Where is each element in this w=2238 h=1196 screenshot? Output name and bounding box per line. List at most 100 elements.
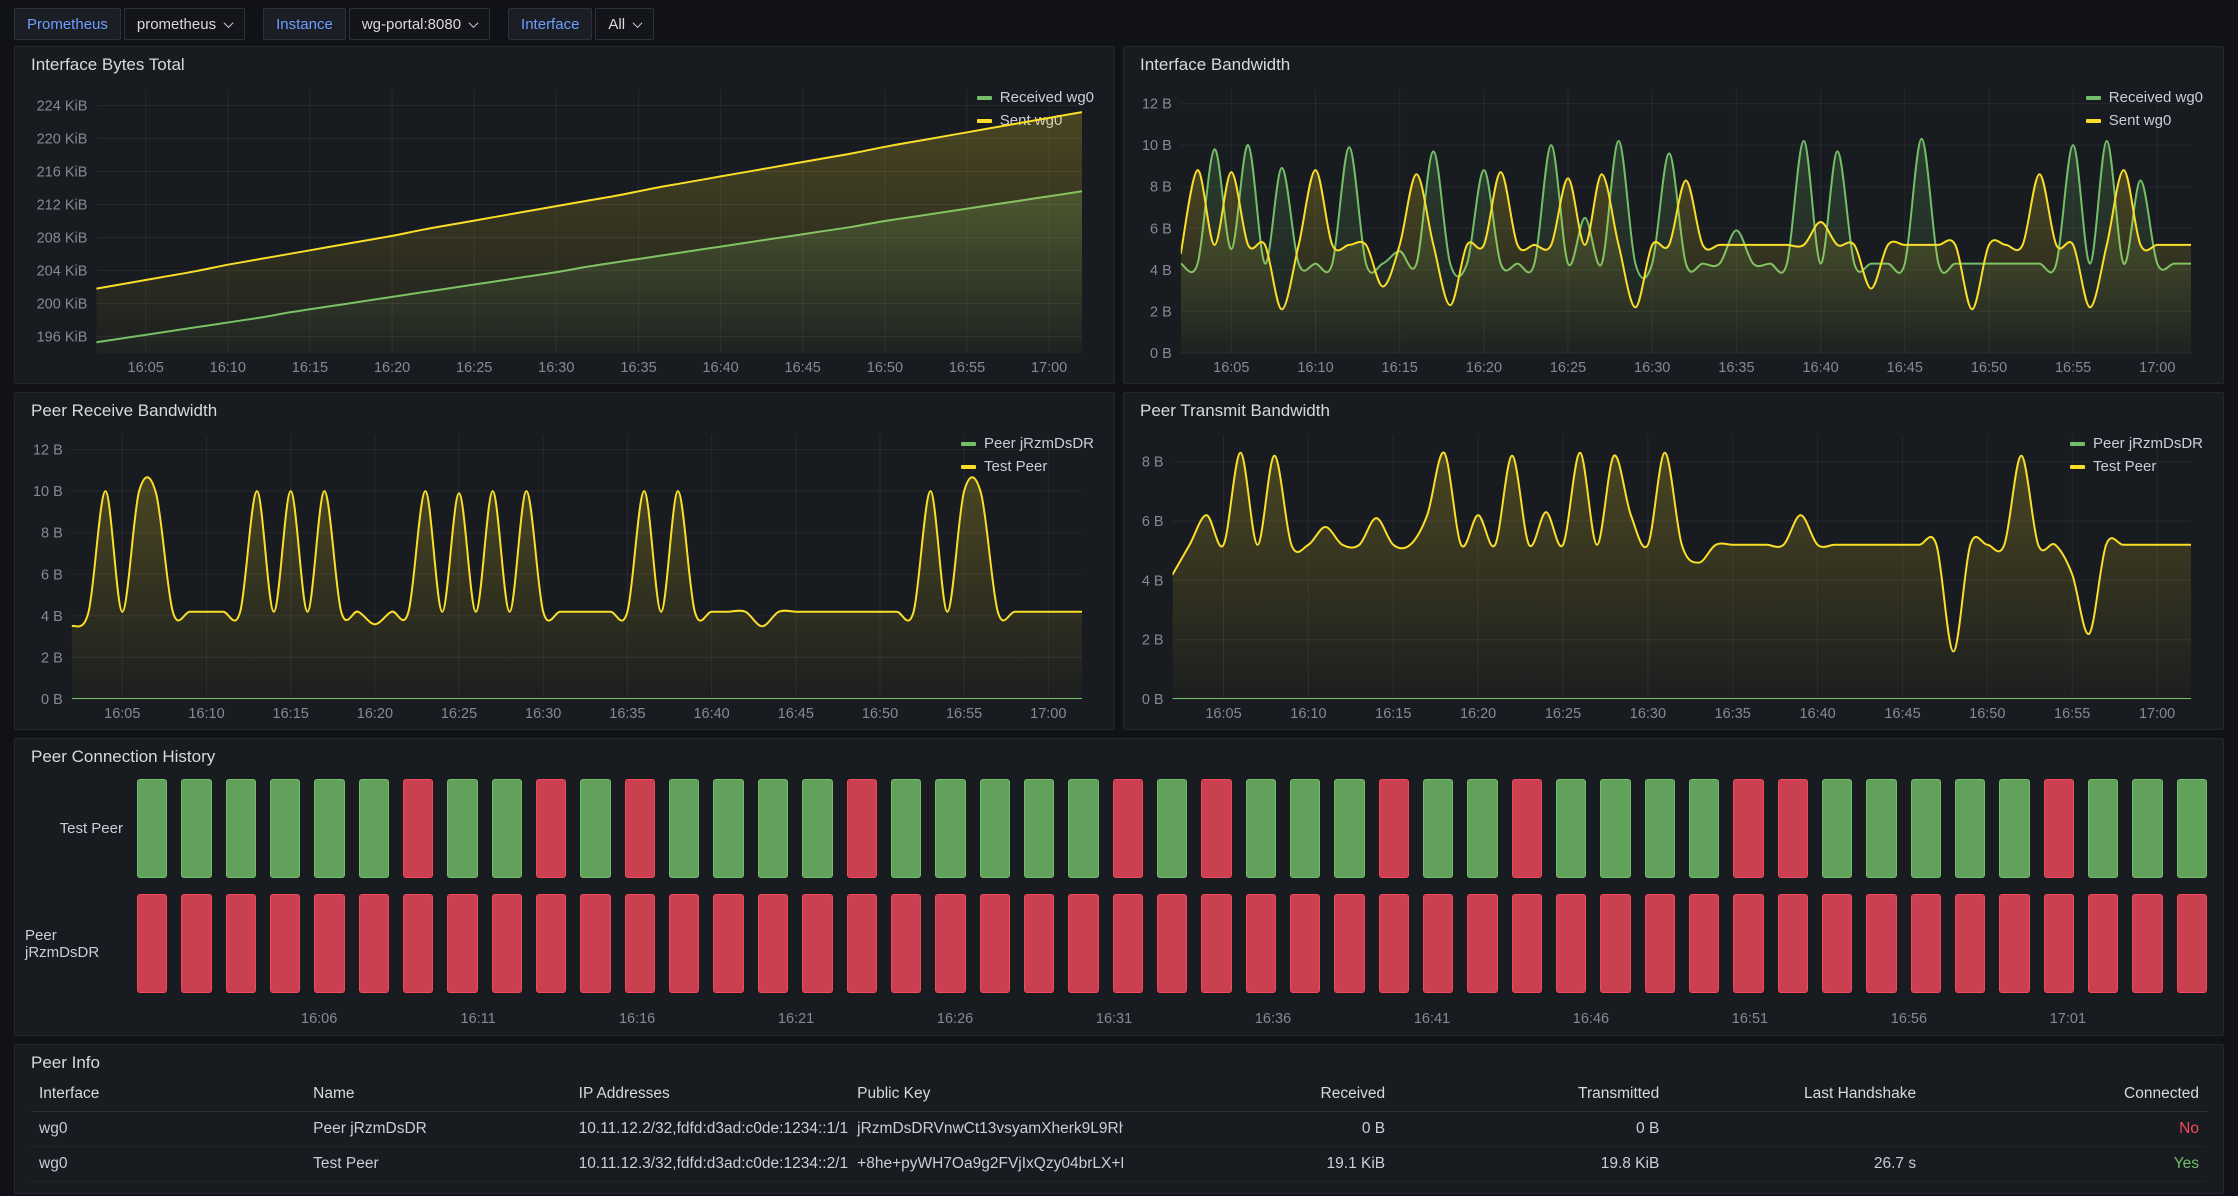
variable-group: Prometheusprometheus — [14, 8, 245, 40]
status-bar — [2177, 779, 2207, 878]
status-bar — [1379, 779, 1409, 878]
x-axis-tick-label: 16:25 — [441, 706, 477, 722]
variable-label[interactable]: Prometheus — [14, 8, 121, 40]
status-bar — [1645, 894, 1675, 993]
status-bar — [1955, 894, 1985, 993]
x-axis-tick-label: 16:20 — [357, 706, 393, 722]
panel-body: 196 KiB200 KiB204 KiB208 KiB212 KiB216 K… — [15, 77, 1114, 383]
x-axis-tick-label: 16:10 — [1290, 706, 1326, 722]
column-header-name[interactable]: Name — [305, 1077, 570, 1112]
status-bar — [1999, 894, 2029, 993]
series-area — [72, 477, 1082, 699]
cell-transmitted: 0 B — [1393, 1112, 1667, 1147]
x-axis-tick-label: 16:05 — [1205, 706, 1241, 722]
status-bar — [314, 779, 344, 878]
variable-label[interactable]: Interface — [508, 8, 592, 40]
x-axis-tick-label: 16:45 — [1884, 706, 1920, 722]
status-bar — [1423, 894, 1453, 993]
column-header-connected[interactable]: Connected — [1924, 1077, 2207, 1112]
status-bar — [1068, 894, 1098, 993]
status-bar — [802, 779, 832, 878]
cell-interface: wg0 — [31, 1112, 305, 1147]
panel-title[interactable]: Interface Bandwidth — [1124, 47, 2223, 77]
column-header-ip-addresses[interactable]: IP Addresses — [571, 1077, 850, 1112]
y-axis-tick-label: 6 B — [1142, 514, 1164, 530]
panel-body: 0 B2 B4 B6 B8 B16:0516:1016:1516:2016:25… — [1124, 423, 2223, 729]
status-bar — [1113, 894, 1143, 993]
column-header-public-key[interactable]: Public Key — [849, 1077, 1123, 1112]
chart-canvas[interactable]: 196 KiB200 KiB204 KiB208 KiB212 KiB216 K… — [25, 77, 1090, 379]
cell-transmitted: 19.8 KiB — [1393, 1147, 1667, 1182]
time-series-plot[interactable]: 0 B2 B4 B6 B8 B16:0516:1016:1516:2016:25… — [1134, 423, 2066, 725]
cell-name: Peer jRzmDsDR — [305, 1112, 570, 1147]
panel-peer-receive-bandwidth: Peer Receive Bandwidth 0 B2 B4 B6 B8 B10… — [14, 392, 1115, 730]
status-bar — [1113, 779, 1143, 878]
y-axis-tick-label: 6 B — [1150, 221, 1172, 237]
status-bar — [980, 894, 1010, 993]
panel-title[interactable]: Peer Connection History — [15, 739, 2223, 769]
status-bar — [2088, 779, 2118, 878]
x-axis-tick-label: 17:00 — [1030, 706, 1066, 722]
panel-title[interactable]: Interface Bytes Total — [15, 47, 1114, 77]
x-axis-tick-label: 16:20 — [1466, 360, 1502, 376]
x-axis-tick-label: 16:05 — [104, 706, 140, 722]
status-bar — [492, 779, 522, 878]
x-axis-tick-label: 16:55 — [2055, 360, 2091, 376]
cell-connected: Yes — [1924, 1147, 2207, 1182]
time-series-plot[interactable]: 196 KiB200 KiB204 KiB208 KiB212 KiB216 K… — [25, 77, 973, 379]
panel-title[interactable]: Peer Transmit Bandwidth — [1124, 393, 2223, 423]
chart-canvas[interactable]: 0 B2 B4 B6 B8 B10 B12 B16:0516:1016:1516… — [25, 423, 1090, 725]
status-bar — [270, 779, 300, 878]
x-axis-tick-label: 16:50 — [862, 706, 898, 722]
panel-title[interactable]: Peer Info — [15, 1045, 2223, 1075]
status-bar — [1157, 779, 1187, 878]
column-header-last-handshake[interactable]: Last Handshake — [1667, 1077, 1924, 1112]
column-header-transmitted[interactable]: Transmitted — [1393, 1077, 1667, 1112]
status-bar — [713, 779, 743, 878]
status-bar — [1379, 894, 1409, 993]
status-bar — [625, 894, 655, 993]
x-axis-tick-label: 16:15 — [1382, 360, 1418, 376]
cell-interface: wg0 — [31, 1147, 305, 1182]
dashboard-variables-toolbar: Prometheusprometheus Instancewg-portal:80… — [0, 0, 2238, 46]
time-series-plot[interactable]: 0 B2 B4 B6 B8 B10 B12 B16:0516:1016:1516… — [25, 423, 957, 725]
status-bar — [1467, 894, 1497, 993]
x-axis-tick-label: 16:10 — [210, 360, 246, 376]
panel-interface-bandwidth: Interface Bandwidth 0 B2 B4 B6 B8 B10 B1… — [1123, 46, 2224, 384]
y-axis-tick-label: 0 B — [1150, 346, 1172, 362]
x-axis-tick-label: 16:30 — [538, 360, 574, 376]
x-axis-tick-label: 16:46 — [1573, 1011, 1609, 1027]
variable-label[interactable]: Instance — [263, 8, 346, 40]
x-axis-tick-label: 16:25 — [1545, 706, 1581, 722]
column-header-received[interactable]: Received — [1123, 1077, 1393, 1112]
status-bar — [2132, 894, 2162, 993]
cell-received: 19.1 KiB — [1123, 1147, 1393, 1182]
y-axis-tick-label: 10 B — [33, 484, 63, 500]
peer-info-table-wrap: InterfaceNameIP AddressesPublic KeyRecei… — [15, 1075, 2223, 1193]
x-axis-tick-label: 16:45 — [785, 360, 821, 376]
variable-dropdown[interactable]: prometheus — [124, 8, 245, 40]
variable-dropdown[interactable]: All — [595, 8, 654, 40]
time-series-plot[interactable]: 0 B2 B4 B6 B8 B10 B12 B16:0516:1016:1516… — [1134, 77, 2082, 379]
variable-dropdown[interactable]: wg-portal:8080 — [349, 8, 490, 40]
status-bar — [447, 779, 477, 878]
x-axis-tick-label: 16:11 — [461, 1011, 496, 1027]
status-bar — [1556, 894, 1586, 993]
chart-canvas[interactable]: 0 B2 B4 B6 B8 B10 B12 B16:0516:1016:1516… — [1134, 77, 2199, 379]
chart-canvas[interactable]: 0 B2 B4 B6 B8 B16:0516:1016:1516:2016:25… — [1134, 423, 2199, 725]
status-bar — [1645, 779, 1675, 878]
x-axis-tick-label: 16:45 — [1887, 360, 1923, 376]
x-axis-tick-label: 16:35 — [1718, 360, 1754, 376]
chevron-down-icon — [633, 18, 643, 28]
x-axis-tick-label: 16:50 — [1969, 706, 2005, 722]
y-axis-tick-label: 204 KiB — [37, 264, 88, 280]
column-header-interface[interactable]: Interface — [31, 1077, 305, 1112]
status-bar — [1201, 779, 1231, 878]
panel-title[interactable]: Peer Receive Bandwidth — [15, 393, 1114, 423]
status-row-label: Peer jRzmDsDR — [25, 894, 137, 993]
y-axis-tick-label: 196 KiB — [37, 330, 88, 346]
status-bar — [935, 779, 965, 878]
x-axis-tick-label: 16:20 — [374, 360, 410, 376]
status-bar — [137, 779, 167, 878]
x-axis-tick-label: 16:40 — [1799, 706, 1835, 722]
